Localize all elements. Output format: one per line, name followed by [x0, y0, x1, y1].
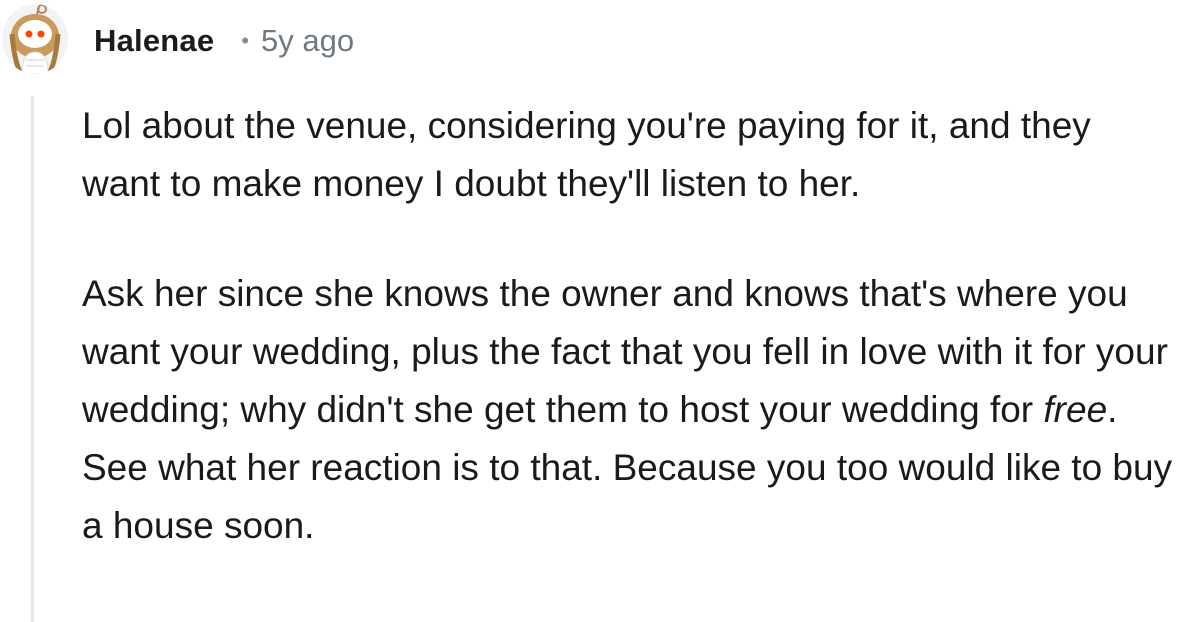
comment-paragraph: Lol about the venue, considering you're …: [82, 105, 1091, 204]
meta-separator: •: [241, 28, 250, 53]
snoo-avatar-icon: [2, 4, 68, 74]
comment-author[interactable]: Halenae: [94, 23, 214, 59]
comment-body: Lol about the venue, considering you're …: [82, 97, 1174, 555]
comment-text: Ask her since she knows the owner and kn…: [82, 273, 1168, 430]
comment-paragraph: Ask her since she knows the owner and kn…: [82, 265, 1174, 555]
avatar[interactable]: [2, 4, 68, 74]
comment-timestamp[interactable]: 5y ago: [261, 23, 354, 59]
comment-header: Halenae • 5y ago: [94, 18, 354, 64]
thread-line[interactable]: [31, 96, 34, 622]
emphasized-text: free: [1043, 389, 1108, 430]
